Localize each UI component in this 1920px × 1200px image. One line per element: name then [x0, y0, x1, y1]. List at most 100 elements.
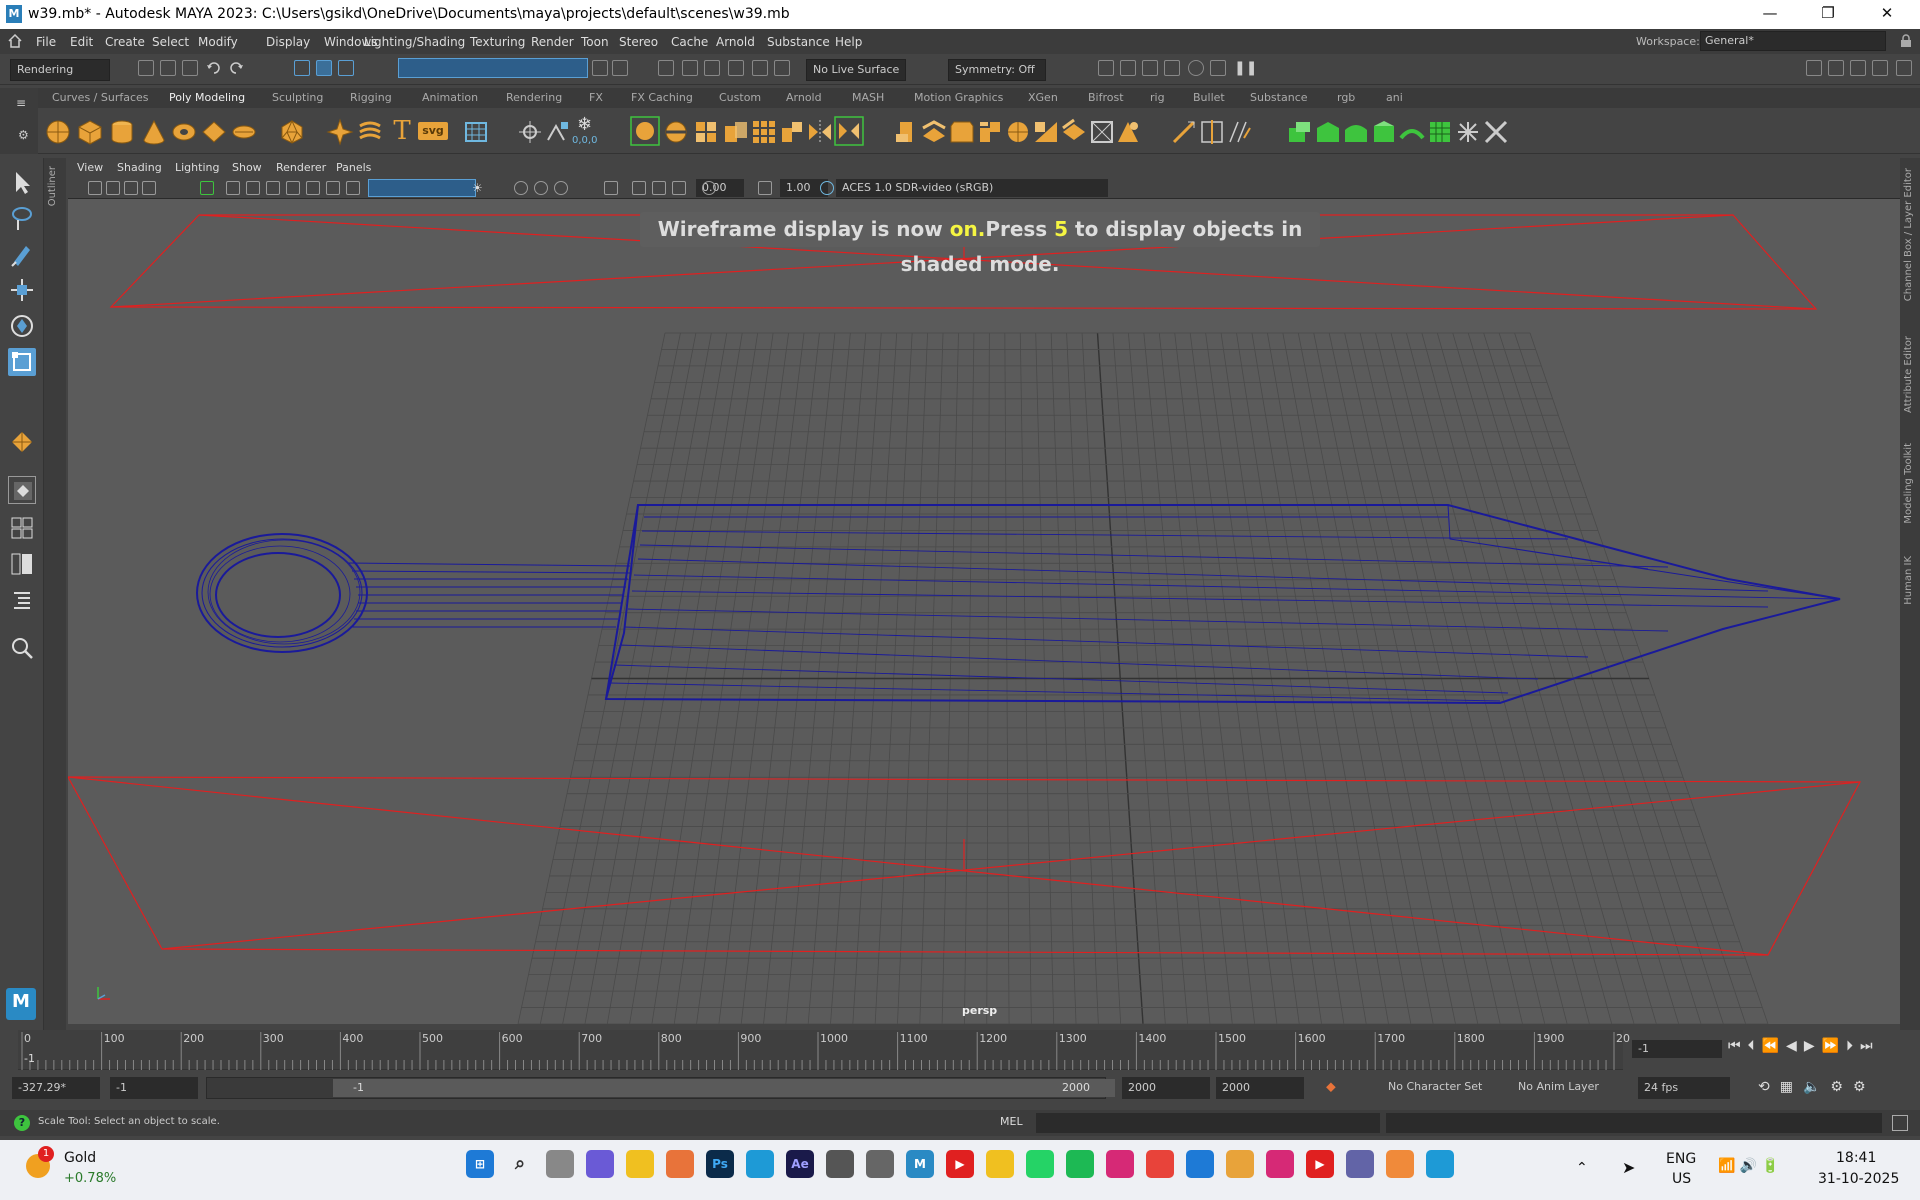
menu-select[interactable]: Select	[152, 35, 189, 49]
xray-joints-icon[interactable]	[652, 181, 666, 195]
script-editor-icon[interactable]	[1892, 1115, 1908, 1131]
rotate-tool-icon[interactable]	[8, 312, 36, 340]
lasso-tool-icon[interactable]	[8, 204, 36, 232]
shelf-tab-poly-modeling[interactable]: Poly Modeling	[169, 91, 245, 104]
shelf-tab-sculpting[interactable]: Sculpting	[272, 91, 323, 104]
menu-file[interactable]: File	[36, 35, 56, 49]
panel-menu-renderer[interactable]: Renderer	[276, 161, 326, 174]
maya-taskbar-icon[interactable]: M	[906, 1150, 934, 1178]
shelf-tab-arnold[interactable]: Arnold	[786, 91, 822, 104]
poly-cone-icon[interactable]	[140, 118, 168, 146]
frame-field-2[interactable]: -1	[110, 1077, 198, 1099]
bevel-icon[interactable]	[948, 118, 976, 146]
search-icon[interactable]	[8, 634, 36, 662]
shadows-icon[interactable]	[514, 181, 528, 195]
separate-icon[interactable]	[662, 118, 690, 146]
output-ops-icon[interactable]	[682, 60, 698, 76]
app-icon-3[interactable]	[866, 1150, 894, 1178]
render-frame-icon[interactable]	[1120, 60, 1136, 76]
home-icon[interactable]	[8, 33, 22, 48]
edge-icon-2[interactable]	[1426, 1150, 1454, 1178]
select-hierarchy-icon[interactable]	[294, 60, 310, 76]
snap-toolbar[interactable]	[398, 58, 588, 78]
anim-layer-dropdown[interactable]: No Anim Layer	[1518, 1080, 1599, 1093]
camera-select-icon[interactable]	[88, 181, 102, 195]
widget-title[interactable]: Gold	[64, 1150, 96, 1166]
poke-face-icon[interactable]	[1060, 118, 1088, 146]
menu-lighting-shading[interactable]: Lighting/Shading	[364, 35, 465, 49]
select-component-icon[interactable]	[338, 60, 354, 76]
file-explorer-icon[interactable]	[986, 1150, 1014, 1178]
attribute-editor-tab[interactable]: Attribute Editor	[1903, 336, 1914, 413]
panel-menu-lighting[interactable]: Lighting	[175, 161, 219, 174]
anim-prefs-icon[interactable]: ⚙	[1830, 1079, 1853, 1095]
pause-icon[interactable]: ❚❚	[1234, 60, 1257, 76]
sculpt-pinch-icon[interactable]	[1370, 118, 1398, 146]
menu-arnold[interactable]: Arnold	[716, 35, 755, 49]
sculpt-relax-icon[interactable]	[1314, 118, 1342, 146]
extrude-icon[interactable]	[892, 118, 920, 146]
boolean-icon[interactable]	[722, 118, 750, 146]
attribute-editor-toggle-icon[interactable]	[1828, 60, 1844, 76]
grid-toggle-icon[interactable]	[226, 181, 240, 195]
panel-menu-panels[interactable]: Panels	[336, 161, 371, 174]
teams-icon[interactable]	[1346, 1150, 1374, 1178]
scale-tool-icon[interactable]	[8, 348, 36, 376]
script-language-toggle[interactable]: MEL	[1000, 1115, 1023, 1128]
shelf-tab-rigging[interactable]: Rigging	[350, 91, 392, 104]
poly-sphere-icon[interactable]	[44, 118, 72, 146]
ipr-render-icon[interactable]	[1142, 60, 1158, 76]
uv-editor-icon[interactable]	[462, 118, 490, 146]
select-object-icon[interactable]	[316, 60, 332, 76]
lightbulb-icon[interactable]: ☀	[472, 181, 486, 195]
tray-overflow-icon[interactable]: ⌃	[1576, 1160, 1588, 1176]
shelf-tab-fx-caching[interactable]: FX Caching	[631, 91, 693, 104]
range-bar[interactable]: -1 2000	[206, 1077, 1115, 1099]
combine-icon[interactable]	[630, 116, 660, 146]
command-input[interactable]	[1036, 1113, 1380, 1133]
persp-outliner-layout-icon[interactable]	[8, 550, 36, 578]
poly-plane-icon[interactable]	[200, 118, 228, 146]
shelf-tab-rig[interactable]: rig	[1150, 91, 1165, 104]
render-settings-icon[interactable]	[1164, 60, 1180, 76]
image-plane-icon[interactable]	[142, 181, 156, 195]
four-view-layout-icon[interactable]	[8, 514, 36, 542]
super-shape-icon[interactable]	[326, 118, 354, 146]
shelf-tab-substance[interactable]: Substance	[1250, 91, 1308, 104]
shelf-tab-ani[interactable]: ani	[1386, 91, 1403, 104]
resolution-gate-icon[interactable]	[266, 181, 280, 195]
isolate-select-icon[interactable]	[604, 181, 618, 195]
app-icon-4[interactable]	[1146, 1150, 1174, 1178]
start-button[interactable]: ⊞	[466, 1150, 494, 1178]
play-forward-icon[interactable]: ▶	[1804, 1038, 1822, 1054]
paint-select-tool-icon[interactable]	[8, 240, 36, 268]
app-icon-1[interactable]	[626, 1150, 654, 1178]
poly-torus-icon[interactable]	[170, 118, 198, 146]
menu-stereo[interactable]: Stereo	[619, 35, 658, 49]
undo-icon[interactable]	[206, 60, 222, 76]
sound-icon[interactable]: 🔈	[1803, 1079, 1830, 1095]
sculpt-freeze-icon[interactable]	[1454, 118, 1482, 146]
play-backward-icon[interactable]: ◀	[1786, 1038, 1804, 1054]
instagram-icon-2[interactable]	[1266, 1150, 1294, 1178]
go-to-start-icon[interactable]: ⏮	[1728, 1038, 1748, 1054]
sculpt-flatten-icon[interactable]	[1398, 118, 1426, 146]
close-button[interactable]: ✕	[1875, 4, 1899, 24]
highlight-selection-icon[interactable]	[612, 60, 628, 76]
last-tool-icon[interactable]	[8, 428, 36, 456]
auto-key-icon[interactable]: ⬥	[1326, 1079, 1340, 1095]
wifi-icon[interactable]: 📶	[1718, 1158, 1735, 1174]
menu-modify[interactable]: Modify	[198, 35, 238, 49]
insert-edge-loop-icon[interactable]	[1198, 118, 1226, 146]
human-ik-tab[interactable]: Human IK	[1903, 556, 1914, 605]
save-scene-icon[interactable]	[182, 60, 198, 76]
panel-menu-view[interactable]: View	[77, 161, 103, 174]
max-time-field[interactable]: 2000	[1216, 1077, 1304, 1099]
sweep-mesh-icon[interactable]	[356, 118, 384, 146]
freeze-transform-icon[interactable]	[544, 118, 572, 146]
input-ops-icon[interactable]	[658, 60, 674, 76]
lock-icon[interactable]	[1900, 34, 1912, 48]
instagram-icon[interactable]	[1106, 1150, 1134, 1178]
shelf-tab-rendering[interactable]: Rendering	[506, 91, 562, 104]
tool-settings-toggle-icon[interactable]	[1850, 60, 1866, 76]
